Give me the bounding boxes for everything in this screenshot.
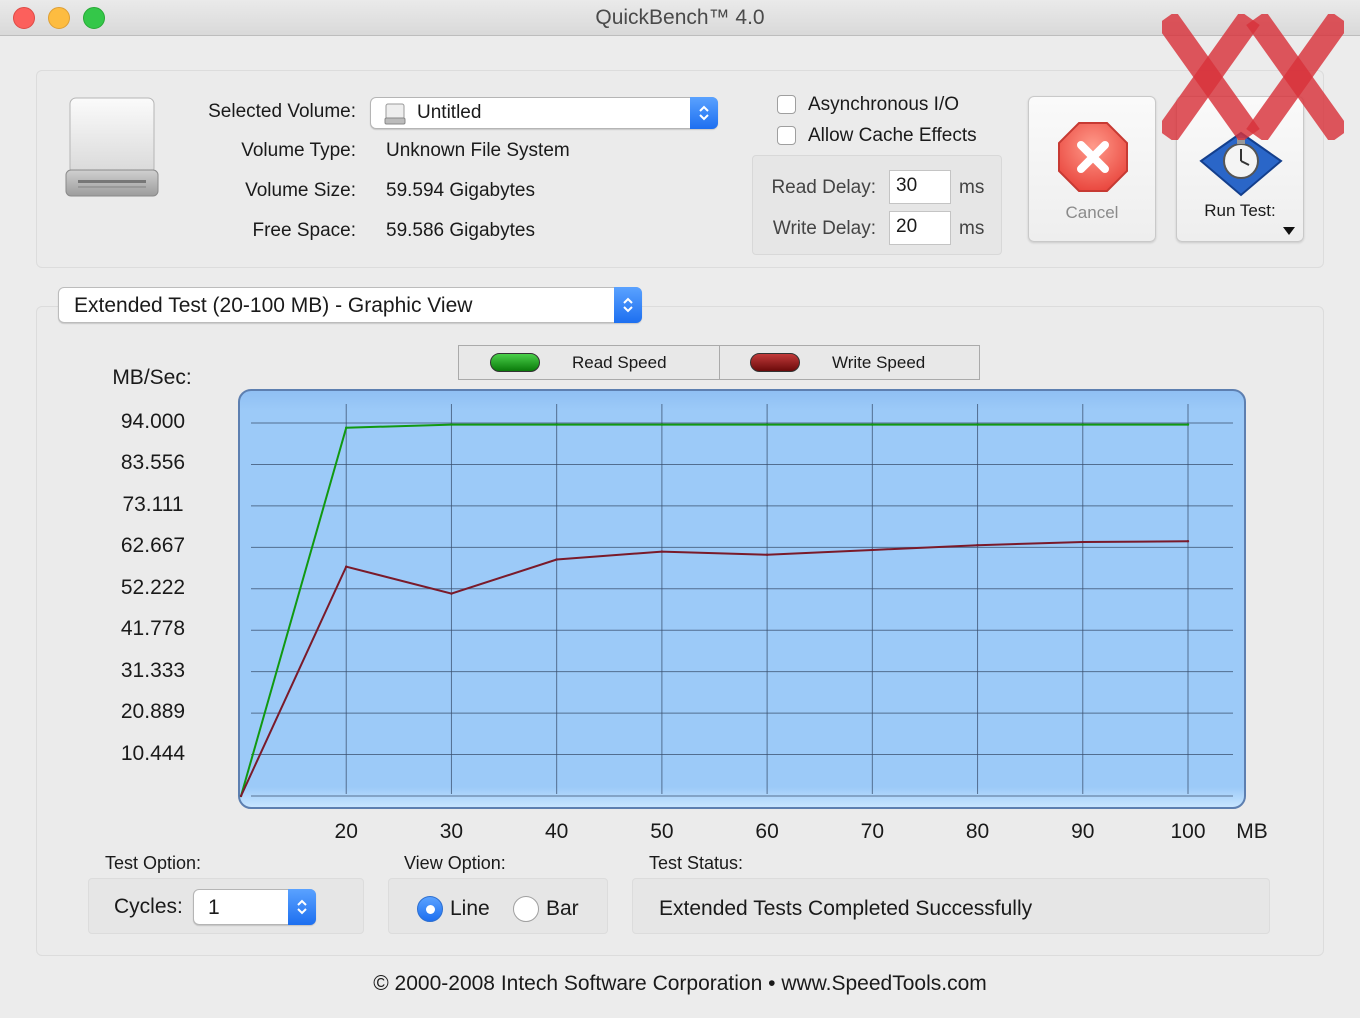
- read-speed-point: [765, 423, 769, 426]
- cycles-stepper[interactable]: [288, 889, 316, 925]
- hard-drive-icon: [65, 97, 159, 197]
- y-axis-label: MB/Sec:: [112, 366, 192, 389]
- write-speed-point: [1081, 540, 1084, 544]
- window-title: QuickBench™ 4.0: [595, 6, 765, 29]
- y-tick-label: 83.556: [120, 451, 186, 475]
- volume-type-label: Volume Type:: [241, 140, 356, 161]
- y-tick-label: 94.000: [120, 410, 186, 433]
- x-tick-label: 90: [1071, 820, 1095, 843]
- x-tick-label: 60: [755, 820, 779, 843]
- test-mode-select[interactable]: Extended Test (20-100 MB) - Graphic View: [58, 287, 642, 323]
- x-axis-label: MB: [1236, 820, 1268, 843]
- read-speed-point: [1186, 423, 1190, 426]
- read-speed-point: [871, 423, 874, 426]
- read-speed-point: [976, 423, 979, 426]
- read-speed-point: [345, 426, 348, 429]
- x-tick-label: 80: [965, 820, 990, 843]
- test-mode-value: Extended Test (20-100 MB) - Graphic View: [74, 294, 473, 317]
- write-speed-point: [765, 553, 769, 556]
- free-space-label: Free Space:: [252, 220, 357, 241]
- y-tick-label: 31.333: [120, 658, 186, 682]
- write-speed-point: [660, 550, 664, 553]
- legend-read-label: Read Speed: [572, 353, 667, 372]
- footer-copyright: © 2000-2008 Intech Software Corporation …: [373, 972, 987, 995]
- chart-legend: Read Speed Write Speed: [458, 345, 980, 380]
- legend-write: Write Speed: [719, 346, 979, 379]
- volume-select[interactable]: Untitled: [370, 97, 718, 129]
- run-test-button-label: Run Test:: [1204, 201, 1276, 220]
- view-bar-radio[interactable]: [513, 896, 539, 922]
- selected-volume-label: Selected Volume:: [208, 101, 356, 122]
- write-speed-point: [450, 592, 453, 595]
- y-tick-label: 73.111: [122, 492, 184, 516]
- write-speed-point: [1186, 540, 1190, 543]
- y-tick-label: 62.667: [120, 534, 186, 558]
- plot-area: [238, 389, 1246, 809]
- speed-chart: [238, 389, 1246, 809]
- volume-size-value: 59.594 Gigabytes: [386, 180, 535, 201]
- y-tick-label: 52.222: [120, 575, 186, 599]
- y-tick-label: 20.889: [120, 700, 186, 724]
- cycles-label: Cycles:: [114, 895, 183, 918]
- view-line-label: Line: [450, 897, 490, 920]
- view-bar-label: Bar: [546, 897, 579, 920]
- disk-icon: [384, 103, 406, 125]
- read-delay-label: Read Delay:: [771, 177, 876, 198]
- volume-select-value: Untitled: [417, 102, 482, 123]
- cancel-button[interactable]: Cancel: [1028, 96, 1156, 242]
- delay-group: [752, 155, 1002, 255]
- read-speed-point: [1081, 423, 1084, 426]
- cache-effects-label: Allow Cache Effects: [808, 125, 977, 146]
- test-mode-stepper[interactable]: [614, 287, 642, 323]
- x-tick-label: 40: [544, 820, 569, 843]
- write-speed-point: [555, 558, 558, 561]
- write-delay-field[interactable]: 20: [889, 211, 951, 245]
- read-delay-unit: ms: [959, 177, 985, 198]
- y-tick-label: 10.444: [120, 741, 186, 765]
- write-speed-point: [976, 544, 979, 547]
- y-tick-label: 41.778: [120, 617, 186, 641]
- legend-read: Read Speed: [459, 346, 719, 379]
- legend-write-label: Write Speed: [832, 353, 926, 372]
- view-line-radio[interactable]: [417, 896, 443, 922]
- chevron-updown-icon: [699, 105, 709, 121]
- write-speed-point: [871, 548, 874, 552]
- legend-write-swatch: [750, 353, 800, 372]
- test-option-label: Test Option:: [105, 853, 202, 873]
- x-tick-label: 20: [334, 820, 358, 843]
- cache-effects-checkbox[interactable]: [777, 126, 796, 145]
- cycles-select[interactable]: 1: [193, 889, 316, 925]
- stopwatch-icon: [1199, 131, 1283, 197]
- view-option-label: View Option:: [404, 853, 506, 873]
- x-tick-label: 50: [650, 820, 674, 843]
- async-io-label: Asynchronous I/O: [808, 94, 960, 115]
- volume-type-value: Unknown File System: [386, 140, 570, 161]
- volume-select-stepper[interactable]: [690, 97, 718, 129]
- async-io-checkbox[interactable]: [777, 95, 796, 114]
- cancel-button-label: Cancel: [1065, 203, 1119, 222]
- read-speed-point: [555, 423, 558, 426]
- legend-read-swatch: [490, 353, 540, 372]
- write-speed-point: [239, 794, 243, 798]
- write-delay-unit: ms: [959, 218, 985, 239]
- x-tick-label: 70: [860, 820, 884, 843]
- test-status-value: Extended Tests Completed Successfully: [659, 897, 1033, 920]
- x-tick-label: 100: [1170, 820, 1206, 843]
- chevron-updown-icon: [623, 297, 633, 313]
- free-space-value: 59.586 Gigabytes: [386, 220, 535, 241]
- dropdown-triangle-icon[interactable]: [1283, 227, 1295, 235]
- test-status-label: Test Status:: [649, 853, 744, 873]
- run-test-button[interactable]: Run Test:: [1176, 96, 1304, 242]
- cycles-value: 1: [208, 896, 220, 919]
- read-delay-field[interactable]: 30: [889, 170, 951, 204]
- cancel-stop-icon: [1058, 122, 1128, 192]
- write-delay-label: Write Delay:: [772, 218, 876, 239]
- read-speed-point: [660, 423, 664, 426]
- chevron-updown-icon: [297, 899, 307, 915]
- title-bar: QuickBench™ 4.0: [0, 0, 1360, 36]
- read-speed-point: [450, 423, 453, 426]
- x-tick-label: 30: [439, 820, 464, 843]
- volume-size-label: Volume Size:: [245, 180, 356, 201]
- write-speed-point: [345, 565, 348, 568]
